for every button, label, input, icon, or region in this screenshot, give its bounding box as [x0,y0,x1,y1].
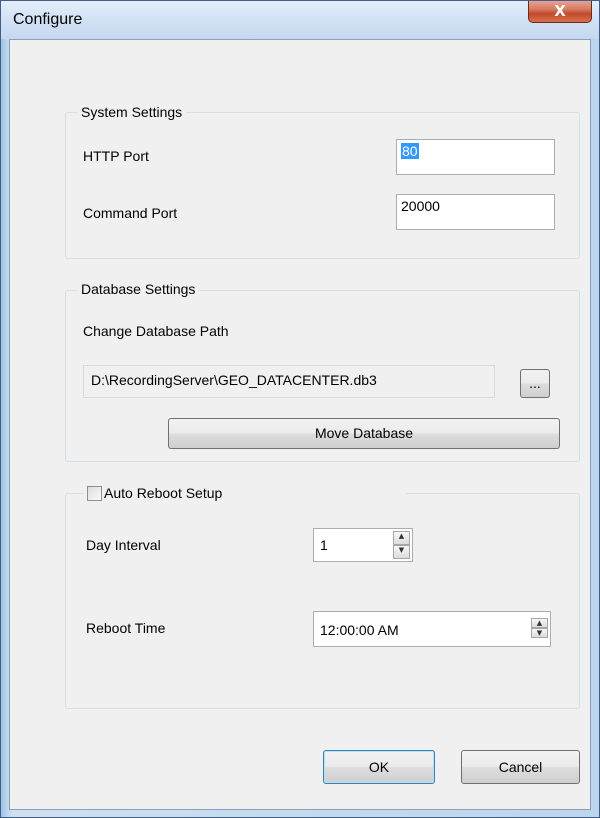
http-port-input[interactable]: 80 [396,139,555,175]
dialog-body: System Settings HTTP Port 80 Command Por… [9,39,591,810]
day-interval-value: 1 [320,537,328,553]
browse-button[interactable]: ... [520,369,550,398]
spin-down-icon[interactable]: ▼ [393,545,410,559]
reboot-time-label: Reboot Time [86,620,166,636]
ok-button[interactable]: OK [323,750,435,784]
title-bar[interactable]: Configure X [1,1,599,39]
database-path-value: D:\RecordingServer\GEO_DATACENTER.db3 [91,372,377,388]
system-settings-legend: System Settings [77,104,187,120]
time-up-icon[interactable]: ▲ [531,618,548,628]
ok-label: OK [368,759,390,775]
command-port-input[interactable]: 20000 [396,194,555,230]
reboot-time-picker[interactable]: 12:00:00 AM ▲ ▼ [313,611,551,647]
auto-reboot-checkbox[interactable] [87,486,102,501]
reboot-time-value: 12:00:00 AM [320,622,399,638]
http-port-label: HTTP Port [83,148,149,164]
day-interval-label: Day Interval [86,537,161,553]
database-settings-legend: Database Settings [77,281,200,297]
move-database-label: Move Database [314,425,414,441]
configure-window: Configure X System Settings HTTP Port 80… [0,0,600,818]
day-interval-arrows[interactable]: ▲ ▼ [393,531,410,559]
cancel-label: Cancel [498,759,543,775]
day-interval-spinner[interactable]: 1 ▲ ▼ [313,528,413,562]
cancel-button[interactable]: Cancel [461,750,580,784]
reboot-time-arrows[interactable]: ▲ ▼ [531,618,548,638]
database-path-field[interactable]: D:\RecordingServer\GEO_DATACENTER.db3 [83,365,495,398]
time-down-icon[interactable]: ▼ [531,628,548,638]
window-title: Configure [13,11,83,28]
close-icon: X [554,2,566,20]
system-settings-group [65,112,580,259]
auto-reboot-label[interactable]: Auto Reboot Setup [104,485,222,501]
auto-reboot-group [65,493,580,709]
browse-icon: ... [529,375,541,391]
close-button[interactable]: X [528,1,592,23]
command-port-value: 20000 [401,198,440,214]
move-database-button[interactable]: Move Database [168,418,560,449]
change-database-path-label: Change Database Path [83,323,229,339]
spin-up-icon[interactable]: ▲ [393,531,410,545]
http-port-value: 80 [401,143,419,159]
command-port-label: Command Port [83,205,178,221]
